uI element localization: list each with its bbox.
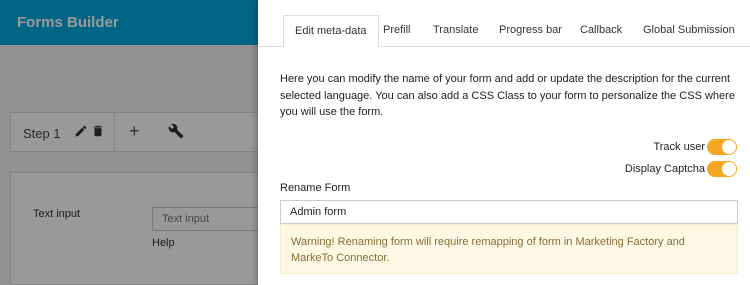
track-user-label: Track user — [653, 141, 705, 153]
settings-tab-bar: Edit meta-data Prefill Translate Progres… — [258, 0, 750, 48]
rename-form-input[interactable] — [280, 200, 738, 224]
track-user-toggle[interactable] — [707, 139, 737, 155]
tab-prefill[interactable]: Prefill — [372, 15, 422, 47]
rename-warning-alert: Warning! Renaming form will require rema… — [280, 224, 738, 274]
display-captcha-toggle[interactable] — [707, 161, 737, 177]
track-user-row: Track user — [653, 138, 737, 156]
toggle-knob — [722, 140, 736, 154]
tab-edit-meta-data[interactable]: Edit meta-data — [283, 15, 379, 48]
display-captcha-label: Display Captcha — [624, 163, 705, 175]
tab-global-submission[interactable]: Global Submission — [632, 15, 746, 47]
tab-translate[interactable]: Translate — [422, 15, 489, 47]
toggle-knob — [722, 162, 736, 176]
rename-form-label: Rename Form — [280, 182, 351, 194]
meta-data-description: Here you can modify the name of your for… — [280, 73, 735, 118]
tab-callback[interactable]: Callback — [569, 15, 633, 47]
form-settings-drawer: Edit meta-data Prefill Translate Progres… — [258, 0, 750, 285]
display-captcha-row: Display Captcha — [625, 160, 737, 178]
tab-progress-bar[interactable]: Progress bar — [488, 15, 573, 47]
